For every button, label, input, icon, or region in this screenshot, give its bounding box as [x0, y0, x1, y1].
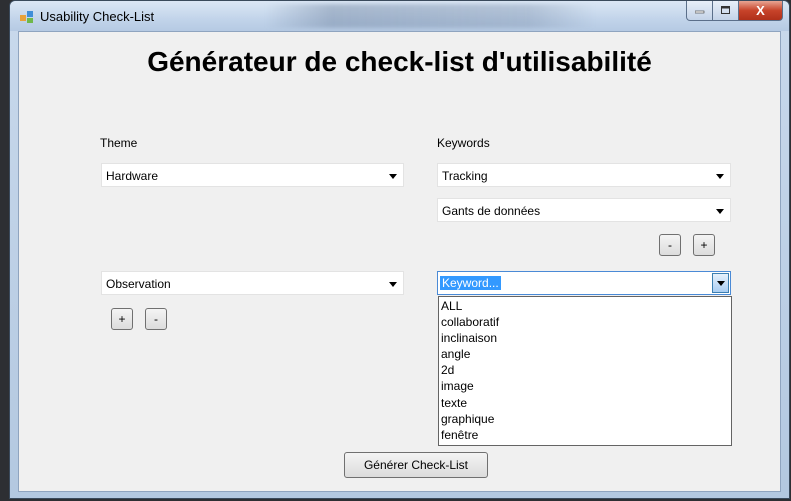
keyword-select-1[interactable]: Tracking — [437, 163, 731, 187]
chevron-down-icon — [716, 174, 724, 179]
dropdown-option[interactable]: inclinaison — [441, 330, 729, 346]
keyword-select-active[interactable]: Keyword... — [437, 271, 731, 295]
remove-theme-button[interactable]: - — [145, 308, 167, 330]
page-title: Générateur de check-list d'utilisabilité — [147, 46, 652, 77]
theme-select-2-value: Observation — [106, 277, 171, 291]
maximize-icon — [720, 6, 730, 14]
title-bar[interactable]: Usability Check-List X — [10, 1, 789, 31]
dropdown-option[interactable]: image — [441, 378, 729, 394]
dropdown-option[interactable]: angle — [441, 346, 729, 362]
add-theme-button[interactable]: + — [111, 308, 133, 330]
window-title: Usability Check-List — [40, 9, 155, 24]
chevron-down-icon — [389, 282, 397, 287]
dropdown-option[interactable]: collaboratif — [441, 314, 729, 330]
chevron-down-icon — [717, 281, 725, 286]
app-window: Usability Check-List X Générateur de che… — [9, 0, 790, 499]
add-keyword-button[interactable]: + — [693, 234, 715, 256]
minimize-icon — [694, 10, 704, 13]
remove-keyword-button[interactable]: - — [659, 234, 681, 256]
theme-label: Theme — [100, 136, 138, 150]
keyword-select-2[interactable]: Gants de données — [437, 198, 731, 222]
theme-select-value: Hardware — [106, 169, 159, 183]
dropdown-toggle-button[interactable] — [712, 273, 729, 293]
dropdown-option[interactable]: 2d — [441, 362, 729, 378]
background-window-blur — [265, 4, 595, 28]
dropdown-option[interactable]: graphique — [441, 411, 729, 427]
dropdown-option[interactable]: texte — [441, 395, 729, 411]
dropdown-option[interactable]: ALL — [441, 298, 729, 314]
keyword-dropdown-list: ALL collaboratif inclinaison angle 2d image te… — [438, 296, 732, 446]
close-icon: X — [756, 3, 765, 18]
theme-select-2[interactable]: Observation — [101, 271, 404, 295]
chevron-down-icon — [389, 174, 397, 179]
theme-select[interactable]: Hardware — [101, 163, 404, 187]
dropdown-option[interactable]: fenêtre — [441, 427, 729, 443]
generate-checklist-button[interactable]: Générer Check-List — [344, 452, 488, 478]
app-icon — [20, 11, 33, 23]
form-client-area: Générateur de check-list d'utilisabilité… — [18, 31, 781, 492]
window-controls: X — [686, 1, 783, 23]
desktop-background — [0, 0, 9, 501]
minimize-button[interactable] — [686, 1, 713, 21]
maximize-button[interactable] — [713, 1, 739, 21]
keyword-select-1-value: Tracking — [442, 169, 488, 183]
keywords-label: Keywords — [437, 136, 490, 150]
keyword-select-active-value[interactable]: Keyword... — [440, 276, 501, 290]
close-button[interactable]: X — [739, 1, 783, 21]
keyword-select-2-value: Gants de données — [442, 204, 541, 218]
chevron-down-icon — [716, 209, 724, 214]
